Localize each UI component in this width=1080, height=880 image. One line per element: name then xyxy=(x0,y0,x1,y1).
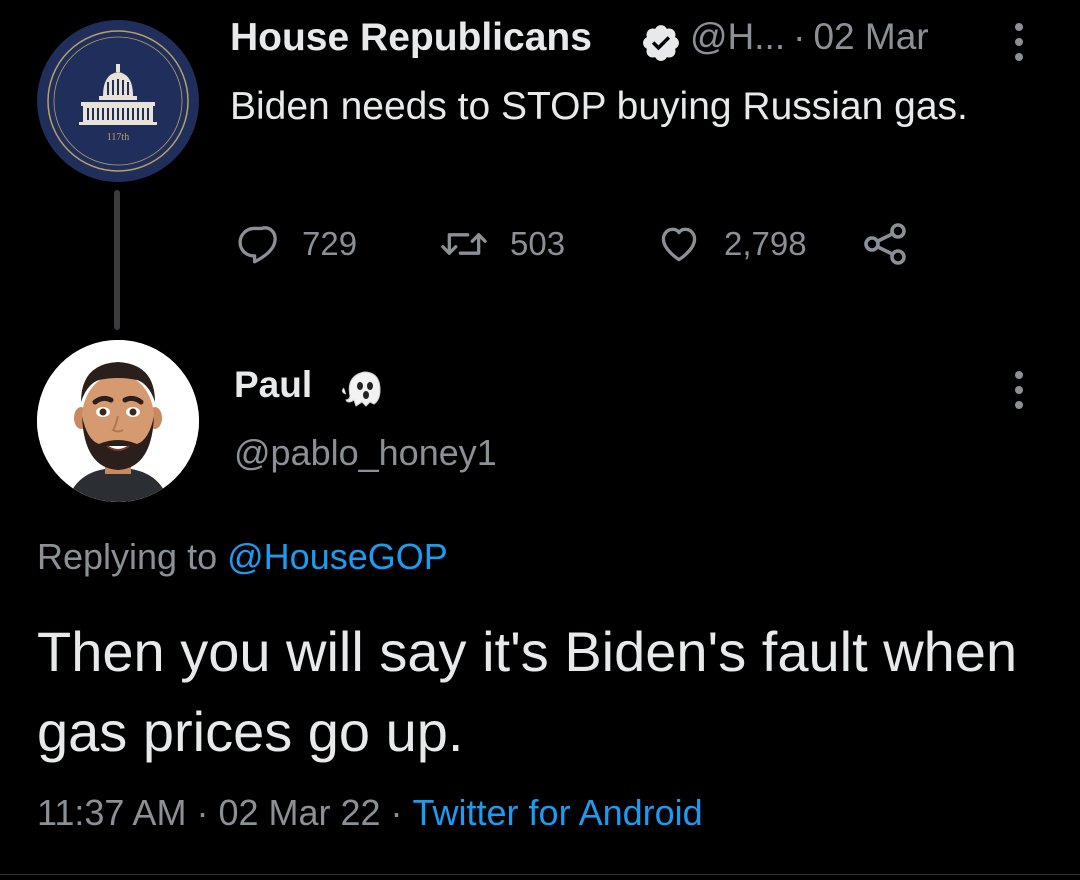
meta-separator: · xyxy=(196,792,209,833)
reply-timestamp-line: 11:37 AM · 02 Mar 22 · Twitter for Android xyxy=(37,792,703,834)
reply-button[interactable]: 729 xyxy=(236,222,357,266)
verified-badge-icon xyxy=(643,25,679,61)
retweet-icon xyxy=(441,233,487,255)
meta-separator: · xyxy=(390,792,403,833)
reply-source-link[interactable]: Twitter for Android xyxy=(413,792,703,833)
reply-count: 729 xyxy=(302,225,358,262)
more-vertical-icon[interactable] xyxy=(1012,20,1026,64)
parent-date[interactable]: 02 Mar xyxy=(813,16,928,57)
like-button[interactable]: 2,798 xyxy=(656,222,807,266)
share-icon xyxy=(864,223,906,265)
parent-handle-and-date: @H... · 02 Mar xyxy=(690,16,929,58)
replying-prefix: Replying to xyxy=(37,536,218,577)
reply-time[interactable]: 11:37 AM xyxy=(37,792,186,833)
parent-author-name[interactable]: House Republicans xyxy=(230,16,592,60)
retweet-count: 503 xyxy=(510,225,566,262)
reply-handle[interactable]: @pablo_honey1 xyxy=(234,432,497,474)
reply-author-name[interactable]: Paul xyxy=(234,364,312,406)
replying-to-line: Replying to @HouseGOP xyxy=(37,536,448,578)
reply-bubble-icon xyxy=(238,226,277,264)
parent-handle[interactable]: @H... xyxy=(690,16,785,57)
reply-date[interactable]: 02 Mar 22 xyxy=(218,792,380,833)
capitol-logo-icon xyxy=(47,30,189,172)
house-republicans-avatar[interactable]: 117th xyxy=(37,20,199,182)
heart-icon xyxy=(661,227,697,262)
memoji-avatar xyxy=(37,340,199,502)
parent-tweet-text: Biden needs to STOP buying Russian gas. xyxy=(230,85,968,128)
like-count: 2,798 xyxy=(724,225,807,262)
paul-avatar[interactable] xyxy=(37,340,199,502)
replying-to-mention[interactable]: @HouseGOP xyxy=(227,536,448,577)
ghost-icon xyxy=(341,371,381,407)
meta-separator: · xyxy=(793,16,806,57)
bottom-divider xyxy=(0,874,1080,875)
avatar-caption: 117th xyxy=(106,132,130,143)
retweet-button[interactable]: 503 xyxy=(440,222,565,266)
share-button[interactable] xyxy=(862,222,910,266)
more-vertical-icon[interactable] xyxy=(1012,368,1026,412)
reply-tweet-text: Then you will say it's Biden's fault whe… xyxy=(37,620,1018,763)
thread-connector-line xyxy=(114,190,120,330)
